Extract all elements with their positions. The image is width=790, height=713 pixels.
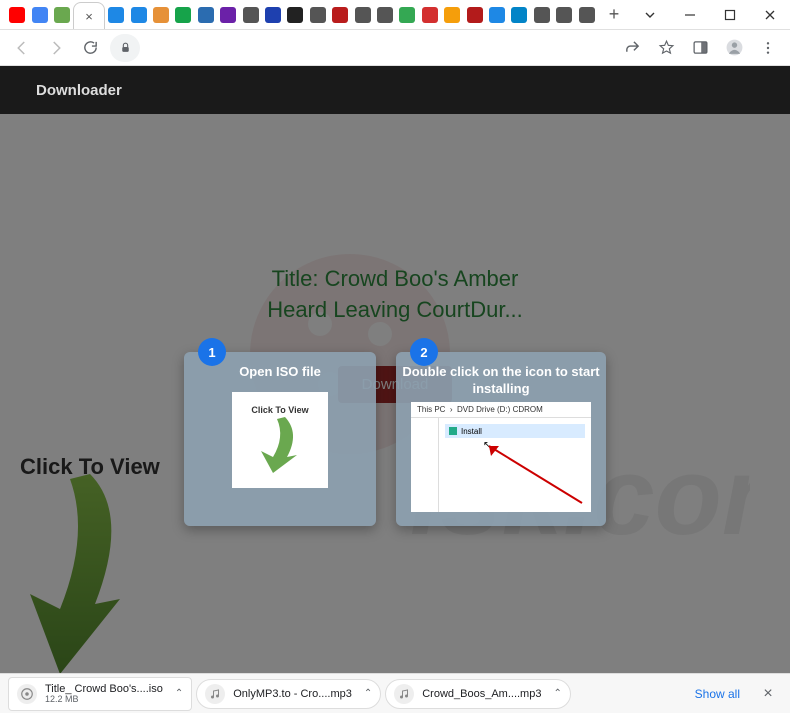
instruction-overlay: 1 Open ISO file Click To View 2 Double c… [0,352,790,526]
back-button[interactable] [8,34,36,62]
step-badge: 1 [198,338,226,366]
download-filename: OnlyMP3.to - Cro....mp3 [233,688,352,700]
sheets-icon[interactable] [397,4,417,26]
download-filename: Crowd_Boos_Am....mp3 [422,688,541,700]
close-window-button[interactable] [750,0,790,30]
minimize-button[interactable] [670,0,710,30]
chevron-up-icon[interactable]: ⌃ [175,688,183,699]
green-down-arrow-icon [255,415,305,475]
close-tab-icon[interactable]: × [85,9,93,24]
window-controls [630,0,790,29]
maximize-button[interactable] [710,0,750,30]
download-item[interactable]: Crowd_Boos_Am....mp3 ⌃ [385,679,571,709]
translate-icon[interactable] [52,4,72,26]
chevron-up-icon[interactable]: ⌃ [553,688,561,699]
hook-icon[interactable] [352,4,372,26]
globe-icon[interactable] [554,4,574,26]
download-item[interactable]: OnlyMP3.to - Cro....mp3 ⌃ [196,679,381,709]
cloud-down-icon[interactable] [106,4,126,26]
site-title: Downloader [36,82,122,99]
window-titlebar: × + [0,0,790,30]
browser-toolbar [0,30,790,66]
audio-file-icon [394,684,414,704]
address-bar-area[interactable] [110,34,612,62]
file-icon [17,684,37,704]
active-browser-tab[interactable]: × [73,2,105,29]
download-filename: Title_ Crowd Boo's....iso [45,683,163,695]
chevron-up-icon[interactable]: ⌃ [364,688,372,699]
download-shelf: Title_ Crowd Boo's....iso 12.2 MB ⌃ Only… [0,673,790,713]
download-yellow-icon[interactable] [442,4,462,26]
youtube-icon[interactable] [7,4,27,26]
ym-icon[interactable] [464,4,484,26]
share-icon[interactable] [618,34,646,62]
bookmark-star-icon[interactable] [652,34,680,62]
step-thumbnail: Click To View [232,392,328,488]
globe-icon[interactable] [532,4,552,26]
adblock-icon[interactable] [420,4,440,26]
cloud-arrow-icon[interactable] [487,4,507,26]
new-tab-button[interactable]: + [602,2,626,26]
download-red-icon[interactable] [330,4,350,26]
google-icon[interactable] [29,4,49,26]
circle-purple-icon[interactable] [218,4,238,26]
show-all-downloads-link[interactable]: Show all [685,681,750,707]
page-content: Downloader isk.com Title: Crowd Boo's Am… [0,66,790,673]
step-heading: Open ISO file [184,364,376,381]
circle-dark-icon[interactable] [285,4,305,26]
profile-avatar-icon[interactable] [720,34,748,62]
gear-icon[interactable] [576,4,596,26]
red-pointer-arrow-icon [477,438,587,508]
install-file-item: Install [445,424,585,438]
step-badge: 2 [410,338,438,366]
forward-button[interactable] [42,34,70,62]
installer-icon [449,427,457,435]
dropdown-button[interactable] [630,0,670,30]
close-shelf-button[interactable]: × [754,680,782,708]
globe-icon[interactable] [240,4,260,26]
step-card-2: 2 Double click on the icon to start inst… [396,352,606,526]
step-card-1: 1 Open ISO file Click To View [184,352,376,526]
camel-icon[interactable] [151,4,171,26]
download-filesize: 12.2 MB [45,695,163,705]
tab-strip: × [0,0,598,29]
video-icon[interactable] [263,4,283,26]
kebab-menu-icon[interactable] [754,34,782,62]
grid-blue-icon[interactable] [196,4,216,26]
globe-icon[interactable] [375,4,395,26]
reload-button[interactable] [76,34,104,62]
plus-green-icon[interactable] [173,4,193,26]
lock-icon [110,34,140,62]
audio-file-icon [205,684,225,704]
download-item[interactable]: Title_ Crowd Boo's....iso 12.2 MB ⌃ [8,677,192,711]
side-panel-icon[interactable] [686,34,714,62]
globe-icon[interactable] [308,4,328,26]
bitly-icon[interactable] [509,4,529,26]
explorer-breadcrumb: This PC › DVD Drive (D:) CDROM [411,402,591,418]
step-thumbnail: This PC › DVD Drive (D:) CDROM Install ↖ [411,402,591,512]
media-title: Title: Crowd Boo's Amber Heard Leaving C… [245,264,545,326]
step-heading: Double click on the icon to start instal… [396,364,606,398]
cloud-down-icon[interactable] [128,4,148,26]
site-header: Downloader [0,66,790,114]
